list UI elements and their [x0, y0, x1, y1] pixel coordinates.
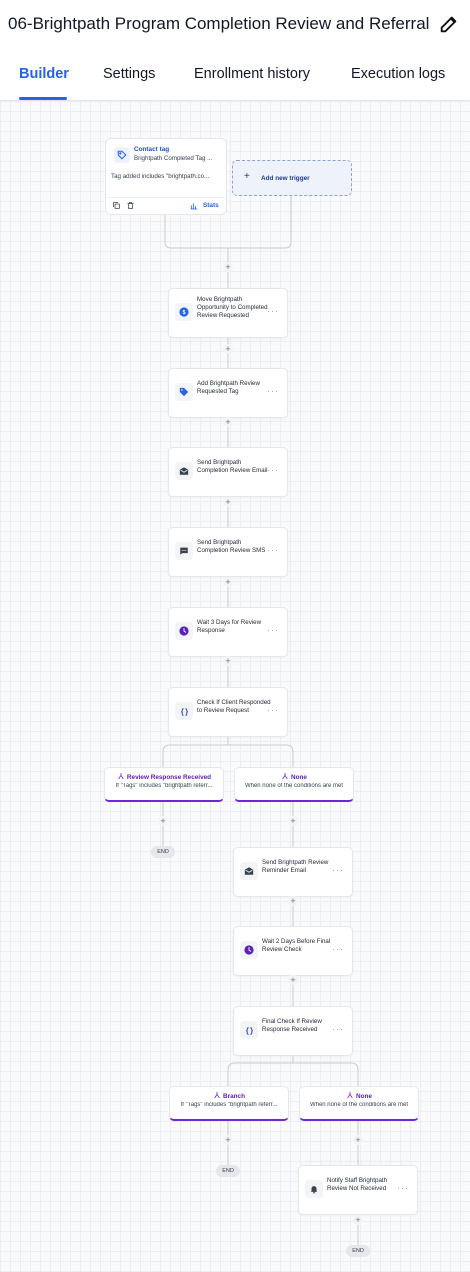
trash-icon[interactable]: [126, 201, 135, 210]
more-options-icon[interactable]: ···: [267, 625, 279, 635]
end-marker: END: [216, 1165, 240, 1177]
step-node[interactable]: Add Brightpath Review Requested Tag ···: [168, 368, 288, 418]
add-step-icon[interactable]: +: [223, 344, 233, 354]
add-step-icon[interactable]: +: [158, 816, 168, 826]
add-step-icon[interactable]: +: [223, 262, 233, 272]
branch-title: Review Response Received: [105, 772, 223, 781]
branch-title: None: [300, 1091, 418, 1100]
page-title: 06-Brightpath Program Completion Review …: [8, 14, 430, 33]
tab-builder[interactable]: Builder: [19, 66, 69, 82]
branch-icon: [214, 1092, 220, 1099]
tag-icon: [175, 383, 193, 401]
branch-subtitle: If "Tags" includes "brightpath referr...: [180, 1102, 278, 1108]
step-node[interactable]: $ Move Brightpath Opportunity to Complete…: [168, 288, 288, 338]
tab-settings[interactable]: Settings: [103, 66, 155, 82]
step-label: Notify Staff Brightpath Review Not Recei…: [327, 1177, 388, 1192]
header: 06-Brightpath Program Completion Review …: [0, 0, 470, 53]
add-trigger-label: Add new trigger: [261, 175, 310, 182]
branch-subtitle: When none of the conditions are met: [309, 1102, 409, 1108]
svg-text:{}: {}: [180, 708, 188, 716]
step-node[interactable]: Notify Staff Brightpath Review Not Recei…: [298, 1165, 418, 1215]
more-options-icon[interactable]: ···: [267, 465, 279, 475]
more-options-icon[interactable]: ···: [267, 545, 279, 555]
branch-condition-card[interactable]: None When none of the conditions are met: [234, 767, 354, 802]
step-label: Wait 2 Days Before Final Review Check: [262, 938, 331, 953]
branch-title: Branch: [170, 1091, 288, 1100]
trigger-subtitle: Brightpath Completed Tag ...: [134, 155, 213, 162]
step-node[interactable]: {} Final Check If Review Response Receive…: [233, 1006, 353, 1056]
end-marker: END: [151, 846, 175, 858]
more-options-icon[interactable]: ···: [267, 705, 279, 715]
pencil-icon[interactable]: [438, 13, 460, 35]
tab-execution-logs[interactable]: Execution logs: [351, 66, 445, 82]
copy-icon[interactable]: [112, 201, 121, 210]
add-step-icon[interactable]: +: [353, 1135, 363, 1145]
step-node[interactable]: Send Brightpath Review Reminder Email ···: [233, 847, 353, 897]
step-label: Move Brightpath Opportunity to Completed…: [197, 296, 268, 319]
step-label: Add Brightpath Review Requested Tag: [197, 380, 260, 395]
more-options-icon[interactable]: ···: [397, 1183, 409, 1193]
step-label: Wait 3 Days for Review Response: [197, 619, 262, 634]
branch-condition-card[interactable]: None When none of the conditions are met: [299, 1086, 419, 1121]
add-step-icon[interactable]: +: [223, 417, 233, 427]
step-node[interactable]: Wait 3 Days for Review Response ···: [168, 607, 288, 657]
step-label: Final Check If Review Response Received: [262, 1018, 322, 1033]
more-options-icon[interactable]: ···: [332, 944, 344, 954]
add-step-icon[interactable]: +: [288, 975, 298, 985]
tab-bar: Builder Settings Enrollment history Exec…: [0, 52, 470, 101]
branch-icon: [347, 1092, 353, 1099]
add-step-icon[interactable]: +: [223, 1135, 233, 1145]
stats-icon: [190, 203, 198, 210]
add-step-icon[interactable]: +: [288, 816, 298, 826]
bell-icon: [305, 1180, 323, 1198]
more-options-icon[interactable]: ···: [332, 1024, 344, 1034]
step-node[interactable]: Send Brightpath Completion Review Email ·…: [168, 447, 288, 497]
add-step-icon[interactable]: +: [288, 896, 298, 906]
email-icon: [175, 462, 193, 480]
branch-icon: [118, 773, 124, 780]
add-step-icon[interactable]: +: [223, 656, 233, 666]
branch-subtitle: When none of the conditions are met: [244, 783, 344, 789]
svg-text:$: $: [182, 310, 185, 316]
step-label: Check If Client Responded to Review Requ…: [197, 699, 271, 714]
dollar-icon: $: [175, 303, 193, 321]
svg-text:{}: {}: [245, 1027, 253, 1035]
plus-icon: +: [244, 171, 250, 182]
step-label: Send Brightpath Completion Review Email: [197, 459, 268, 474]
email-icon: [240, 862, 258, 880]
more-options-icon[interactable]: ···: [267, 306, 279, 316]
sms-icon: [175, 542, 193, 560]
add-new-trigger-button[interactable]: + Add new trigger: [232, 160, 352, 196]
branch-title: None: [235, 772, 353, 781]
step-node[interactable]: Wait 2 Days Before Final Review Check ···: [233, 926, 353, 976]
end-marker: END: [346, 1245, 370, 1257]
tab-enrollment-history[interactable]: Enrollment history: [194, 66, 310, 82]
trigger-title: Contact tag: [134, 146, 170, 153]
add-step-icon[interactable]: +: [223, 577, 233, 587]
branch-condition-card[interactable]: Branch If "Tags" includes "brightpath ref…: [169, 1086, 289, 1121]
branch-condition-card[interactable]: Review Response Received If "Tags" includ…: [104, 767, 224, 802]
condition-icon: {}: [240, 1021, 258, 1039]
clock-icon: [175, 622, 193, 640]
more-options-icon[interactable]: ···: [332, 865, 344, 875]
step-node[interactable]: {} Check If Client Responded to Review Re…: [168, 687, 288, 737]
condition-icon: {}: [175, 702, 193, 720]
step-node[interactable]: Send Brightpath Completion Review SMS ···: [168, 527, 288, 577]
add-step-icon[interactable]: +: [353, 1215, 363, 1225]
step-label: Send Brightpath Completion Review SMS: [197, 539, 266, 554]
branch-subtitle: If "Tags" includes "brightpath referr...: [115, 783, 213, 789]
active-tab-indicator: [19, 97, 67, 100]
trigger-detail: Tag added includes "brightpath.co...: [111, 173, 210, 180]
clock-icon: [240, 941, 258, 959]
add-step-icon[interactable]: +: [223, 497, 233, 507]
trigger-card[interactable]: Contact tag Brightpath Completed Tag ...…: [105, 138, 227, 215]
step-label: Send Brightpath Review Reminder Email: [262, 859, 329, 874]
more-options-icon[interactable]: ···: [267, 386, 279, 396]
tag-outline-icon: [114, 147, 130, 163]
branch-icon: [282, 773, 288, 780]
stats-link[interactable]: Stats: [203, 202, 219, 209]
